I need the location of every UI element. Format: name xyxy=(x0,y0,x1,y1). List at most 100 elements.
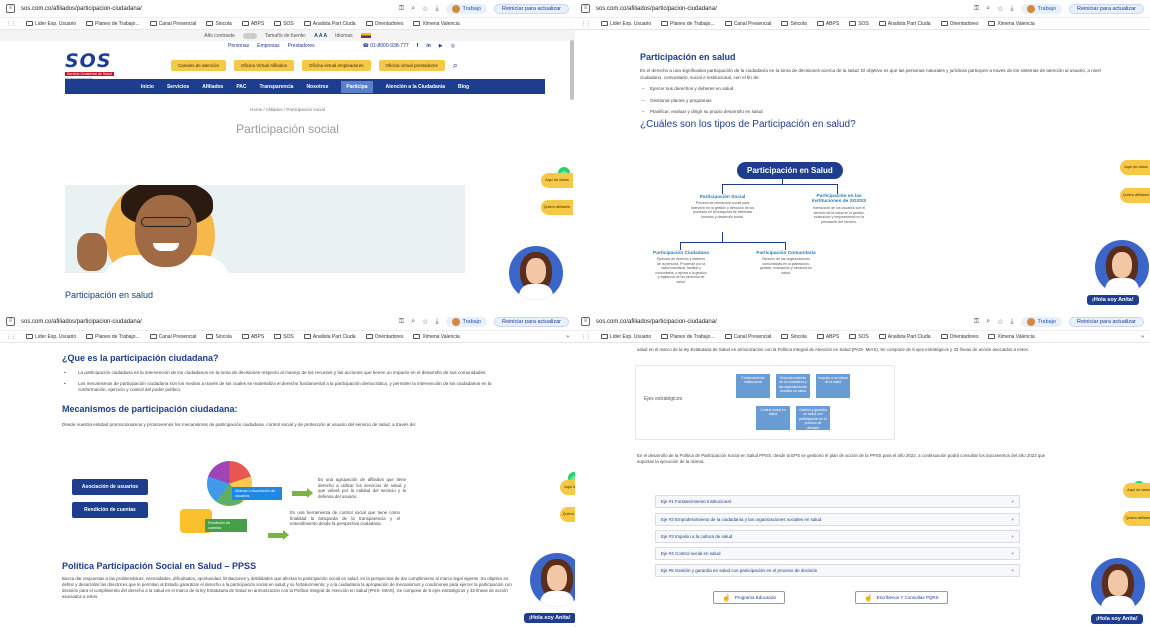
bookmark-item[interactable]: SOS xyxy=(274,21,294,27)
bookmark-item[interactable]: Analista Part Ciuda xyxy=(303,334,356,340)
profile-button[interactable]: Trabajo xyxy=(445,316,487,327)
anita-avatar[interactable] xyxy=(1091,558,1145,612)
accordion-eje-1[interactable]: Eje #1 Fortalecimiento Institucional + xyxy=(655,495,1020,508)
star-icon[interactable]: ☆ xyxy=(997,5,1003,13)
nav-afiliados[interactable]: Afiliados xyxy=(202,84,223,90)
nav-transparencia[interactable]: Transparencia xyxy=(260,84,294,90)
anita-avatar[interactable] xyxy=(1095,240,1149,294)
float-afiliarme-button[interactable]: Quiero afiliarme xyxy=(1120,188,1150,203)
colombia-flag-icon[interactable] xyxy=(360,33,371,38)
bookmark-item[interactable]: Planes de Trabajo... xyxy=(86,21,140,27)
bookmark-item[interactable]: Sincola xyxy=(206,21,232,27)
link-personas[interactable]: Personas xyxy=(228,43,249,49)
bookmark-item[interactable]: Canal Presencial xyxy=(149,21,196,27)
apps-icon[interactable]: ⋮⋮ xyxy=(6,334,16,340)
scrollbar[interactable] xyxy=(570,40,574,100)
address-bar[interactable]: ≡ sos.com.co/afiliados/participacion-ciu… xyxy=(0,313,575,331)
facebook-icon[interactable]: f xyxy=(417,43,419,49)
bookmark-item[interactable]: ABPS xyxy=(816,334,839,340)
float-afiliarme-button[interactable]: Quiero afiliarme xyxy=(560,507,575,522)
float-datos-button[interactable]: Aquí de datos xyxy=(1120,160,1150,175)
bookmark-item[interactable]: SOS xyxy=(274,334,294,340)
nav-nosotros[interactable]: Nosotros xyxy=(306,84,328,90)
bookmark-item[interactable]: Orientadores xyxy=(365,334,403,340)
star-icon[interactable]: ☆ xyxy=(422,318,428,326)
restart-button[interactable]: Reiniciar para actualizar xyxy=(494,316,569,327)
zoom-icon[interactable]: ⌕ xyxy=(986,5,990,13)
rendicion-cuentas-button[interactable]: Rendición de cuentas xyxy=(72,502,148,518)
hola-anita-label[interactable]: ¡Hola soy Anita! xyxy=(524,613,575,623)
programa-educando-button[interactable]: ☝ Programa Educando xyxy=(713,591,785,604)
anita-avatar[interactable] xyxy=(530,553,575,607)
float-datos-button[interactable]: Aquí de datos xyxy=(1123,483,1150,498)
bookmark-item[interactable]: Sincola xyxy=(781,334,807,340)
download-icon[interactable]: ⤓ xyxy=(435,318,438,326)
site-info-icon[interactable]: ≡ xyxy=(6,317,15,326)
restart-button[interactable]: Reiniciar para actualizar xyxy=(494,3,569,14)
key-icon[interactable]: ⚿ xyxy=(974,5,979,13)
address-bar[interactable]: ≡ sos.com.co/afiliados/participacion-ciu… xyxy=(575,313,1150,331)
star-icon[interactable]: ☆ xyxy=(997,318,1003,326)
bookmark-item[interactable]: Lider Exp. Usuario xyxy=(26,21,76,27)
bookmark-item[interactable]: Analista Part Ciuda xyxy=(303,21,356,27)
font-size-buttons[interactable]: A A A xyxy=(314,33,327,39)
link-prestadores[interactable]: Prestadores xyxy=(288,43,315,49)
site-info-icon[interactable]: ≡ xyxy=(581,4,590,13)
site-info-icon[interactable]: ≡ xyxy=(581,317,590,326)
bookmark-item[interactable]: Orientadores xyxy=(940,21,978,27)
bookmark-item[interactable]: Orientadores xyxy=(940,334,978,340)
url-text[interactable]: sos.com.co/afiliados/participacion-ciuda… xyxy=(596,6,968,12)
more-bookmarks[interactable]: » xyxy=(1141,334,1144,340)
apps-icon[interactable]: ⋮⋮ xyxy=(581,21,591,27)
download-icon[interactable]: ⤓ xyxy=(1010,318,1013,326)
nav-servicios[interactable]: Servicios xyxy=(167,84,189,90)
search-icon[interactable]: ⌕ xyxy=(453,60,458,71)
apps-icon[interactable]: ⋮⋮ xyxy=(6,21,16,27)
bookmark-item[interactable]: Canal Presencial xyxy=(149,334,196,340)
key-icon[interactable]: ⚿ xyxy=(399,5,404,13)
oficina-empleadores-button[interactable]: Oficina virtual empleadores xyxy=(301,59,371,71)
asociacion-usuarios-button[interactable]: Asociación de usuarios xyxy=(72,479,148,495)
star-icon[interactable]: ☆ xyxy=(422,5,428,13)
bookmark-item[interactable]: Canal Presencial xyxy=(724,21,771,27)
float-datos-button[interactable]: Aquí de datos xyxy=(541,173,573,188)
nav-atencion[interactable]: Atención a la Ciudadanía xyxy=(386,84,445,90)
download-icon[interactable]: ⤓ xyxy=(435,5,438,13)
bookmark-item[interactable]: Ximena Valencia xyxy=(988,334,1035,340)
url-text[interactable]: sos.com.co/afiliados/participacion-ciuda… xyxy=(596,319,968,325)
bookmark-item[interactable]: ABPS xyxy=(816,21,839,27)
bookmark-item[interactable]: SOS xyxy=(849,334,869,340)
accordion-eje-4[interactable]: Eje #4 Control social en salud + xyxy=(655,547,1020,560)
bookmark-item[interactable]: ABPS xyxy=(241,21,264,27)
bookmark-item[interactable]: Ximena Valencia xyxy=(988,21,1035,27)
bookmark-item[interactable]: Lider Exp. Usuario xyxy=(601,334,651,340)
canales-button[interactable]: Canales de atención xyxy=(171,59,227,71)
linkedin-icon[interactable]: in xyxy=(426,43,430,49)
nav-pac[interactable]: PAC xyxy=(236,84,246,90)
link-empresas[interactable]: Empresas xyxy=(257,43,280,49)
bookmark-item[interactable]: Planes de Trabajo... xyxy=(661,21,715,27)
apps-icon[interactable]: ⋮⋮ xyxy=(581,334,591,340)
bookmark-item[interactable]: Planes de Trabajo... xyxy=(86,334,140,340)
restart-button[interactable]: Reiniciar para actualizar xyxy=(1069,3,1144,14)
bookmark-item[interactable]: Planes de Trabajo... xyxy=(661,334,715,340)
zoom-icon[interactable]: ⌕ xyxy=(411,318,415,326)
zoom-icon[interactable]: ⌕ xyxy=(411,5,415,13)
bookmark-item[interactable]: SOS xyxy=(849,21,869,27)
address-bar[interactable]: ≡ sos.com.co/afiliados/participacion-ciu… xyxy=(575,0,1150,18)
accordion-eje-3[interactable]: Eje #3 Impulso a la cultura de salud + xyxy=(655,530,1020,543)
bookmark-item[interactable]: Lider Exp. Usuario xyxy=(26,334,76,340)
contrast-toggle[interactable] xyxy=(242,32,257,39)
nav-participa[interactable]: Participa xyxy=(341,80,373,93)
key-icon[interactable]: ⚿ xyxy=(974,318,979,326)
bookmark-item[interactable]: Analista Part Ciuda xyxy=(878,21,931,27)
download-icon[interactable]: ⤓ xyxy=(1010,5,1013,13)
bookmark-item[interactable]: Sincola xyxy=(206,334,232,340)
bookmark-item[interactable]: Ximena Valencia xyxy=(413,21,460,27)
url-text[interactable]: sos.com.co/afiliados/participacion-ciuda… xyxy=(21,6,393,12)
bookmark-item[interactable]: Ximena Valencia xyxy=(413,334,460,340)
breadcrumb[interactable]: Home / Afiliados / Participación social xyxy=(0,107,575,112)
hola-anita-label[interactable]: ¡Hola soy Anita! xyxy=(1087,295,1139,305)
float-datos-button[interactable]: Aquí de datos xyxy=(560,480,575,495)
nav-blog[interactable]: Blog xyxy=(458,84,469,90)
